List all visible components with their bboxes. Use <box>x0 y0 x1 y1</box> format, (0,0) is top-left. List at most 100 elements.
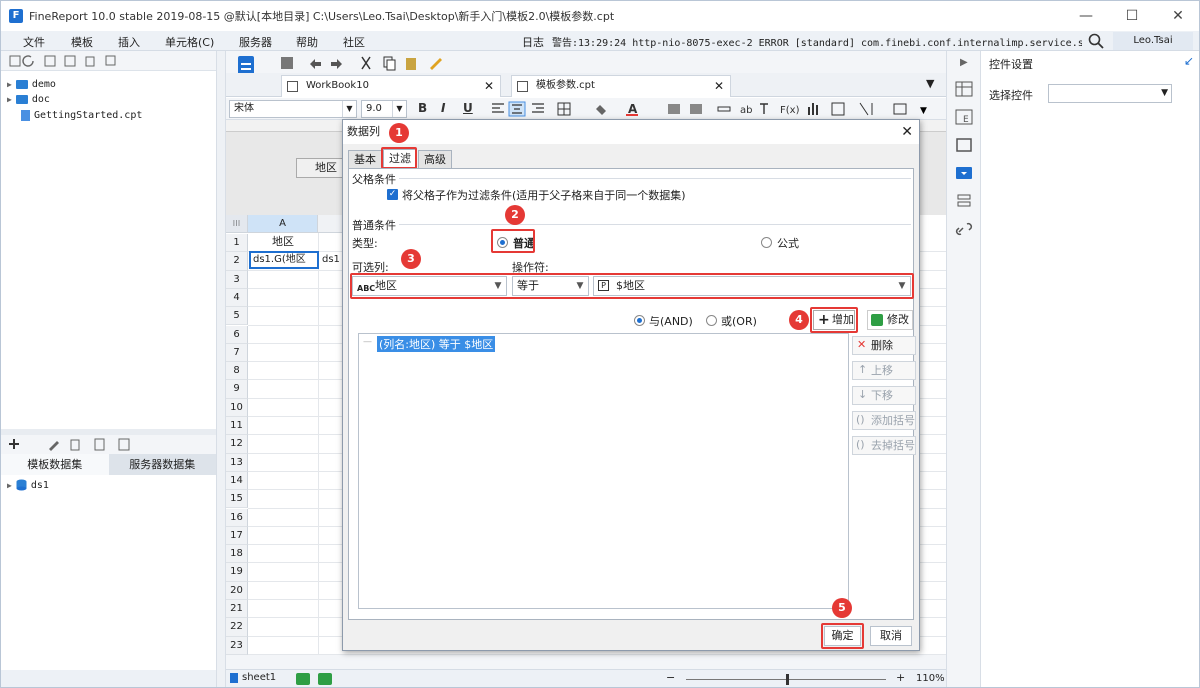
step-badge-3: 3 <box>401 249 421 269</box>
row-header[interactable]: 19 <box>226 563 248 582</box>
row-header[interactable]: 11 <box>226 417 248 436</box>
cell-a1[interactable]: 地区 <box>248 234 318 250</box>
row-header[interactable]: 18 <box>226 545 248 564</box>
divider <box>399 224 911 225</box>
close-tab-workbook10[interactable]: ✕ <box>484 76 494 96</box>
edit-toolbar-icons[interactable] <box>280 55 450 71</box>
template-tabs: WorkBook10 ✕ 模板参数.cpt ✕ ▼ <box>226 73 946 97</box>
modify-condition-button[interactable]: 修改 <box>867 310 913 330</box>
search-icon[interactable] <box>1087 32 1105 50</box>
font-family-select[interactable]: 宋体 ▼ <box>229 100 357 118</box>
cell-element-icon[interactable]: E <box>955 109 973 125</box>
condition-list[interactable]: — (列名:地区) 等于 $地区 <box>358 333 849 609</box>
row-header[interactable]: 12 <box>226 435 248 454</box>
tab-template-datasets[interactable]: 模板数据集 <box>1 454 109 475</box>
move-down-button[interactable]: ↓ 下移 <box>852 386 916 405</box>
bold-icon[interactable]: B <box>418 101 427 115</box>
font-size-select[interactable]: 9.0 ▼ <box>361 100 407 118</box>
column-header-a[interactable]: A <box>248 215 318 233</box>
expand-icon[interactable]: ▶ <box>7 95 12 104</box>
parent-filter-checkbox[interactable]: ✓ <box>387 189 398 200</box>
row-header[interactable]: 13 <box>226 453 248 472</box>
row-header[interactable]: 20 <box>226 581 248 600</box>
minimize-button[interactable]: — <box>1063 1 1109 31</box>
border-icon[interactable] <box>955 137 973 153</box>
user-name[interactable]: Leo.Tsai <box>1113 32 1193 50</box>
menu-cell[interactable]: 单元格(C) <box>165 34 214 50</box>
menu-file[interactable]: 文件 <box>23 34 45 50</box>
row-header[interactable]: 8 <box>226 362 248 381</box>
row-header[interactable]: 17 <box>226 526 248 546</box>
row-header[interactable]: 3 <box>226 270 248 289</box>
move-up-button[interactable]: ↑ 上移 <box>852 361 916 380</box>
and-radio[interactable] <box>634 315 645 326</box>
template-toolbar-icons[interactable] <box>9 54 119 68</box>
cell-attr-icon[interactable] <box>955 81 973 97</box>
main-splitter[interactable] <box>216 51 226 687</box>
row-header[interactable]: 4 <box>226 288 248 308</box>
underline-icon[interactable]: U <box>463 101 473 115</box>
tab-workbook10[interactable]: WorkBook10 ✕ <box>281 75 501 97</box>
sheet-tab[interactable]: sheet1 <box>242 672 276 683</box>
italic-icon[interactable]: I <box>441 101 445 115</box>
tab-menu-icon[interactable]: ▼ <box>926 77 934 90</box>
or-radio[interactable] <box>706 315 717 326</box>
row-header[interactable]: 14 <box>226 471 248 491</box>
row-header[interactable]: 21 <box>226 600 248 619</box>
row-header[interactable]: 2 <box>226 252 248 271</box>
menu-template[interactable]: 模板 <box>71 34 93 50</box>
row-header[interactable]: 6 <box>226 325 248 344</box>
expand-icon[interactable]: ▶ <box>7 80 12 89</box>
menu-insert[interactable]: 插入 <box>118 34 140 50</box>
row-header[interactable]: 23 <box>226 636 248 655</box>
format-toolbar-icons[interactable]: A ab F(x) ▼ <box>490 101 940 117</box>
widget-settings-icon[interactable] <box>955 165 973 181</box>
add-sheet-icon[interactable] <box>296 673 310 685</box>
menu-help[interactable]: 帮助 <box>296 34 318 50</box>
maximize-button[interactable]: ☐ <box>1109 1 1155 31</box>
cell-b2[interactable]: ds1 <box>322 252 342 268</box>
cancel-button[interactable]: 取消 <box>870 626 912 646</box>
horizontal-scrollbar[interactable] <box>226 655 946 669</box>
cell-a2[interactable]: ds1.G(地区 <box>249 251 319 269</box>
expand-arrow-icon[interactable]: ↙ <box>1184 54 1194 68</box>
tab-basic[interactable]: 基本 <box>348 150 382 169</box>
row-header[interactable]: 10 <box>226 398 248 417</box>
select-widget-dropdown[interactable]: ▼ <box>1048 84 1172 103</box>
tree-item-gettingstarted[interactable]: GettingStarted.cpt <box>21 110 142 121</box>
menu-server[interactable]: 服务器 <box>239 34 272 50</box>
row-header[interactable]: 15 <box>226 490 248 509</box>
row-header[interactable]: 16 <box>226 508 248 527</box>
add-poly-sheet-icon[interactable] <box>318 673 332 685</box>
menu-community[interactable]: 社区 <box>343 34 365 50</box>
tree-item-doc[interactable]: ▶ doc <box>7 94 50 105</box>
dataset-toolbar-icons[interactable] <box>7 437 137 452</box>
zoom-out-button[interactable]: − <box>666 671 675 684</box>
select-all-corner[interactable]: ⁝⁝⁝ <box>226 215 248 233</box>
condition-attr-icon[interactable] <box>955 193 973 209</box>
type-formula-radio[interactable] <box>761 237 772 248</box>
collapse-icon[interactable]: ▶ <box>960 57 968 68</box>
widget-settings-panel: 控件设置 ↙ 选择控件 ▼ <box>981 51 1199 687</box>
expand-icon[interactable]: ▶ <box>7 481 12 490</box>
hyperlink-icon[interactable] <box>955 221 973 237</box>
log-label[interactable]: 日志 <box>522 34 544 50</box>
row-header[interactable]: 9 <box>226 380 248 399</box>
close-tab-template-param[interactable]: ✕ <box>714 76 724 96</box>
tab-advanced[interactable]: 高级 <box>418 150 452 169</box>
dialog-close-icon[interactable]: ✕ <box>901 120 913 144</box>
tree-item-demo[interactable]: ▶ demo <box>7 79 56 90</box>
dataset-item-ds1[interactable]: ▶ ds1 <box>7 479 49 491</box>
tab-server-datasets[interactable]: 服务器数据集 <box>108 454 216 475</box>
row-header[interactable]: 22 <box>226 618 248 637</box>
row-header[interactable]: 1 <box>226 234 248 253</box>
remove-bracket-button[interactable]: () 去掉括号 <box>852 436 916 455</box>
row-header[interactable]: 7 <box>226 343 248 363</box>
add-bracket-button[interactable]: () 添加括号 <box>852 411 916 430</box>
delete-button[interactable]: ✕ 删除 <box>852 336 916 355</box>
close-window-button[interactable]: ✕ <box>1155 1 1199 31</box>
zoom-in-button[interactable]: + <box>896 671 905 684</box>
row-header[interactable]: 5 <box>226 307 248 326</box>
tab-template-param[interactable]: 模板参数.cpt ✕ <box>511 75 731 97</box>
zoom-slider-handle[interactable] <box>786 674 789 685</box>
